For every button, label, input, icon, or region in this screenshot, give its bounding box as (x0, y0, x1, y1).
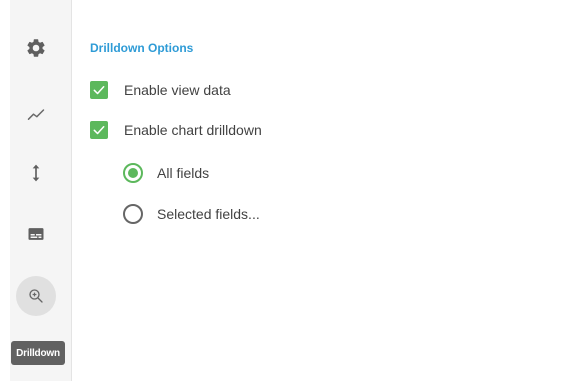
enable-view-data-label: Enable view data (124, 82, 231, 98)
all-fields-option[interactable]: All fields (123, 163, 209, 183)
selected-fields-option[interactable]: Selected fields... (123, 204, 260, 224)
selected-fields-label: Selected fields... (157, 206, 260, 222)
drilldown-tooltip: Drilldown (11, 341, 65, 365)
all-fields-radio[interactable] (123, 163, 143, 183)
app-root: Drilldown Drilldown Options Enable view … (0, 0, 584, 381)
line-chart-icon (27, 109, 45, 120)
enable-view-data-option[interactable]: Enable view data (90, 81, 231, 99)
drilldown-button[interactable] (16, 276, 56, 316)
enable-chart-drilldown-checkbox[interactable] (90, 121, 108, 139)
drilldown-options-panel: Drilldown Options Enable view data Enabl… (90, 0, 570, 381)
subtitles-icon (28, 228, 44, 240)
left-margin (0, 0, 10, 381)
line-chart-button[interactable] (16, 95, 56, 135)
zoom-in-icon (29, 289, 43, 303)
subtitles-button[interactable] (16, 214, 56, 254)
gear-icon (27, 39, 45, 57)
checkmark-icon (93, 126, 105, 135)
settings-button[interactable] (16, 28, 56, 68)
section-title: Drilldown Options (90, 41, 194, 55)
enable-chart-drilldown-label: Enable chart drilldown (124, 122, 262, 138)
all-fields-label: All fields (157, 165, 210, 181)
side-rail: Drilldown (10, 0, 72, 381)
enable-chart-drilldown-option[interactable]: Enable chart drilldown (90, 121, 262, 139)
enable-view-data-checkbox[interactable] (90, 81, 108, 99)
checkmark-icon (93, 86, 105, 95)
radio-selected-dot (128, 168, 138, 178)
vertical-arrows-icon (32, 164, 40, 182)
selected-fields-radio[interactable] (123, 204, 143, 224)
vertical-size-button[interactable] (16, 153, 56, 193)
